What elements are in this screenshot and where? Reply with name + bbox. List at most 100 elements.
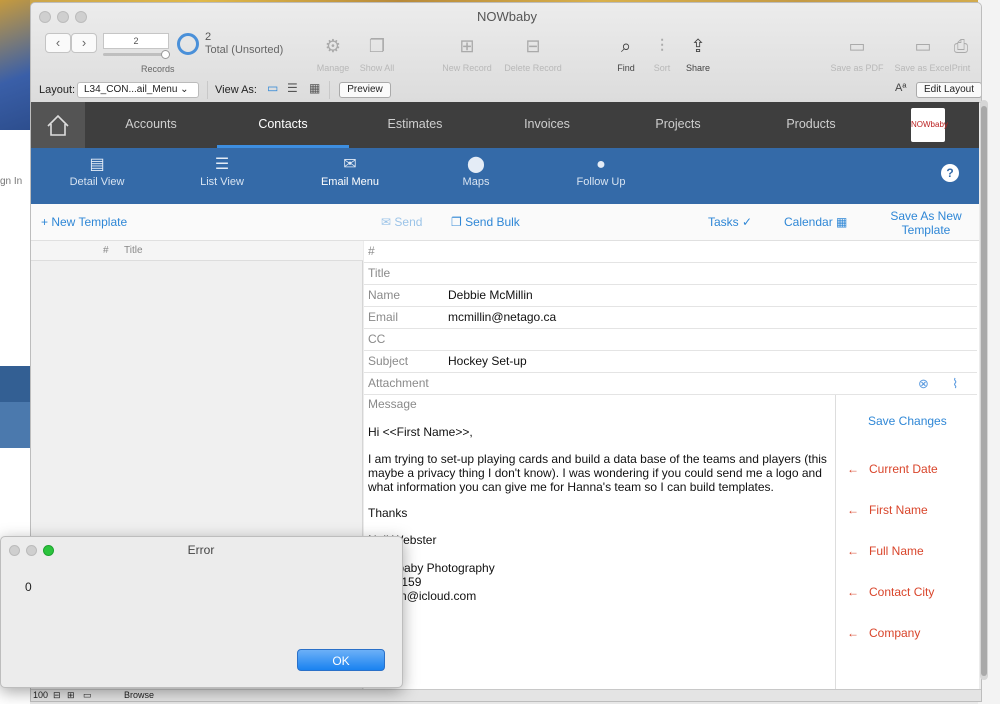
merge-current-date[interactable]: ← Current Date [847,462,938,476]
save-changes-button[interactable]: Save Changes [868,414,947,428]
share-icon: ⇪ [690,36,706,56]
view-as-label: View As: [215,84,257,96]
record-number-field[interactable]: 2 [103,33,169,49]
next-record-button[interactable]: › [71,33,97,53]
list-col-title: Title [124,245,143,256]
show-all-icon: ❐ [368,36,386,56]
checkmark-icon: ✓ [738,215,753,229]
save-as-new-template-button[interactable]: Save As New Template [883,209,969,237]
error-dialog: Error 0 OK [0,536,403,688]
calendar-icon: ▦ [832,215,848,229]
number-field[interactable]: # [364,241,977,263]
separator [207,81,208,99]
merge-field-panel [837,395,977,689]
vertical-scrollbar[interactable] [980,100,988,680]
new-record-icon: ⊞ [459,36,475,56]
message-greeting: Hi <<First Name>>, [368,425,473,439]
send-icon: ✉ [381,215,395,229]
zoom-level[interactable]: 100 [33,690,48,700]
nav-tab-invoices[interactable]: Invoices [497,102,597,148]
delete-record-button[interactable]: ⊟ Delete Record [503,33,563,73]
ok-button[interactable]: OK [297,649,385,671]
zoom-out-icon[interactable]: ⊟ [53,690,61,701]
preview-button[interactable]: Preview [339,82,391,98]
subnav-email-menu[interactable]: ✉ Email Menu [310,154,390,188]
list-view-icon[interactable]: ☰ [287,81,298,95]
window-title: NOWbaby [477,9,537,24]
form-view-icon[interactable]: ▭ [267,81,278,95]
layout-label: Layout: [39,84,76,96]
nav-tab-projects[interactable]: Projects [628,102,728,148]
message-phone: ...29 9159 [368,575,422,589]
help-icon[interactable]: ? [941,164,959,182]
subnav-detail-view[interactable]: ▤ Detail View [57,154,137,188]
list-col-number: # [103,245,109,256]
pdf-icon: ▭ [848,36,866,56]
message-body: I am trying to set-up playing cards and … [368,452,827,494]
calendar-button[interactable]: Calendar ▦ [784,215,847,229]
total-label: Total (Unsorted) [205,44,284,56]
share-button[interactable]: ⇪ Share [668,33,728,73]
subject-field[interactable]: Subject Hockey Set-up [364,351,977,373]
merge-full-name[interactable]: ← Full Name [847,544,924,558]
arrow-left-icon: ← [847,626,859,640]
email-field[interactable]: Email mcmillin@netago.ca [364,307,977,329]
attachment-field[interactable]: Attachment ⊗ ⌇ [364,373,977,395]
copy-icon: ❐ [451,215,466,229]
printer-icon: ⎙ [953,36,969,56]
chat-bubble-icon: ● [596,156,606,173]
arrow-left-icon: ← [847,544,859,558]
record-slider-knob[interactable] [161,50,170,59]
send-button[interactable]: ✉ Send [381,215,422,229]
table-view-icon[interactable]: ▦ [309,81,320,95]
message-field[interactable]: Message Hi <<First Name>>, I am trying t… [364,395,836,689]
detail-view-icon: ▤ [89,156,105,173]
send-bulk-button[interactable]: ❐ Send Bulk [451,215,520,229]
merge-contact-city[interactable]: ← Contact City [847,585,934,599]
toggle-toolbar-icon[interactable]: ▭ [83,690,92,701]
template-list-header: # Title [31,241,363,261]
edit-layout-button[interactable]: Edit Layout [916,82,981,98]
chevron-down-icon: ⌄ [180,84,189,95]
paperclip-icon[interactable]: ⌇ [952,373,958,394]
envelope-icon: ✉ [343,156,357,173]
new-record-button[interactable]: ⊞ New Record [437,33,497,73]
cc-field[interactable]: CC [364,329,977,351]
nav-tab-products[interactable]: Products [761,102,861,148]
name-field[interactable]: Name Debbie McMillin [364,285,977,307]
home-icon [47,114,69,136]
show-all-button[interactable]: ❐ Show All [347,33,407,73]
print-button[interactable]: ⎙ Print [941,33,981,73]
new-template-button[interactable]: + New Template [41,215,127,229]
merge-company[interactable]: ← Company [847,626,920,640]
save-as-pdf-button[interactable]: ▭ Save as PDF [827,33,887,73]
subnav-follow-up[interactable]: ● Follow Up [561,154,641,188]
zoom-in-icon[interactable]: ⊞ [67,690,75,701]
message-company: NOWbaby Photography [368,561,495,575]
nav-tab-contacts[interactable]: Contacts [217,102,349,148]
home-button[interactable] [31,102,85,148]
found-set-icon [177,33,199,55]
delete-record-icon: ⊟ [525,36,541,56]
message-thanks: Thanks [368,506,408,520]
nav-tab-estimates[interactable]: Estimates [365,102,465,148]
clear-attachment-icon[interactable]: ⊗ [918,373,929,394]
previous-record-button[interactable]: ‹ [45,33,71,53]
title-field[interactable]: Title [364,263,977,285]
message-email: ...owen@icloud.com [368,589,477,603]
records-label: Records [141,64,175,74]
subnav-maps[interactable]: ⬤ Maps [436,154,516,188]
arrow-left-icon: ← [847,503,859,517]
dialog-title: Error [187,543,215,557]
nav-tab-accounts[interactable]: Accounts [101,102,201,148]
mode-label[interactable]: Browse [124,690,154,700]
text-size-icon[interactable]: Aª [895,82,906,94]
layout-select[interactable]: L34_CON...ail_Menu ⌄ [77,82,199,98]
merge-first-name[interactable]: ← First Name [847,503,928,517]
record-slider[interactable] [103,53,169,56]
list-icon: ☰ [214,156,230,173]
tasks-button[interactable]: Tasks ✓ [708,215,752,229]
message-signature: Neil Webster [368,533,437,547]
subnav-list-view[interactable]: ☰ List View [182,154,262,188]
dialog-message: 0 [25,580,32,594]
